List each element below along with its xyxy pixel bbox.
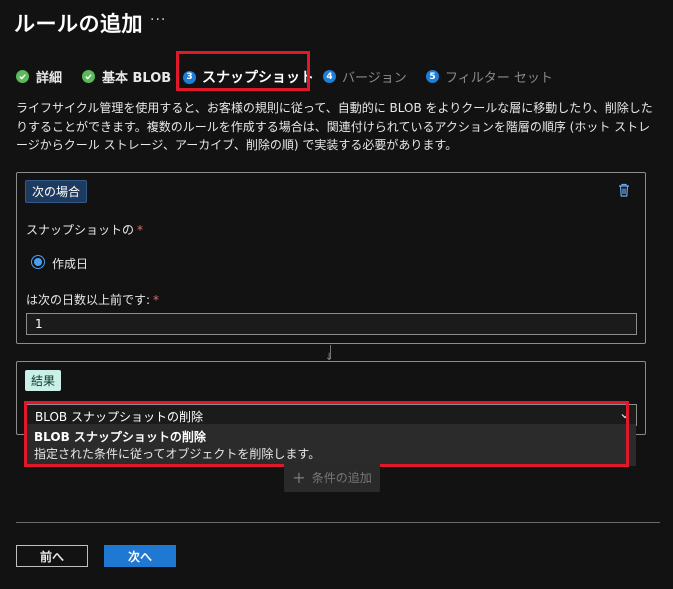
if-tag: 次の場合 xyxy=(25,180,88,203)
days-field-label: は次の日数以上前です: * xyxy=(26,291,159,308)
days-label-text: は次の日数以上前です: xyxy=(26,293,151,307)
result-tag: 結果 xyxy=(25,370,62,391)
more-options-icon[interactable]: ··· xyxy=(150,12,166,28)
footer-divider xyxy=(16,522,660,523)
highlight-box-dropdown xyxy=(24,401,629,467)
highlight-box-step xyxy=(176,51,310,91)
days-input[interactable]: 1 xyxy=(26,313,637,335)
step-label: 詳細 xyxy=(36,71,63,86)
prev-button[interactable]: 前へ xyxy=(16,545,88,567)
snapshot-label-text: スナップショットの xyxy=(26,223,135,237)
trash-icon[interactable] xyxy=(618,183,630,197)
description-text: ライフサイクル管理を使用すると、お客様の規則に従って、自動的に BLOB をより… xyxy=(16,101,653,152)
step-number-icon: 5 xyxy=(426,70,439,83)
created-date-radio[interactable] xyxy=(31,255,45,269)
top-link-underline xyxy=(224,0,304,2)
next-button[interactable]: 次へ xyxy=(104,545,176,567)
created-date-label: 作成日 xyxy=(52,257,89,271)
step-label: 基本 BLOB xyxy=(102,71,172,86)
step-number-icon: 4 xyxy=(323,70,336,83)
add-condition-button[interactable]: + 条件の追加 xyxy=(284,462,380,492)
step-base-blob[interactable]: 基本 BLOB xyxy=(82,67,171,86)
page-title: ルールの追加 xyxy=(14,12,143,36)
required-mark: * xyxy=(137,223,144,237)
wizard-steps: 詳細 基本 BLOB 3 スナップショット 4 バージョン 5 フィルター セッ… xyxy=(0,58,673,92)
plus-icon: + xyxy=(292,467,306,487)
check-icon xyxy=(82,70,95,83)
step-details[interactable]: 詳細 xyxy=(16,67,62,86)
add-condition-label: 条件の追加 xyxy=(311,470,372,485)
step-version[interactable]: 4 バージョン xyxy=(323,67,407,86)
check-icon xyxy=(16,70,29,83)
snapshot-field-label: スナップショットの * xyxy=(26,221,143,238)
step-filter-set[interactable]: 5 フィルター セット xyxy=(426,67,553,86)
if-panel: 次の場合 スナップショットの * 作成日 は次の日数以上前です: * 1 xyxy=(16,172,646,344)
step-label: フィルター セット xyxy=(445,71,553,86)
step-label: バージョン xyxy=(342,71,407,86)
required-mark: * xyxy=(153,293,160,307)
